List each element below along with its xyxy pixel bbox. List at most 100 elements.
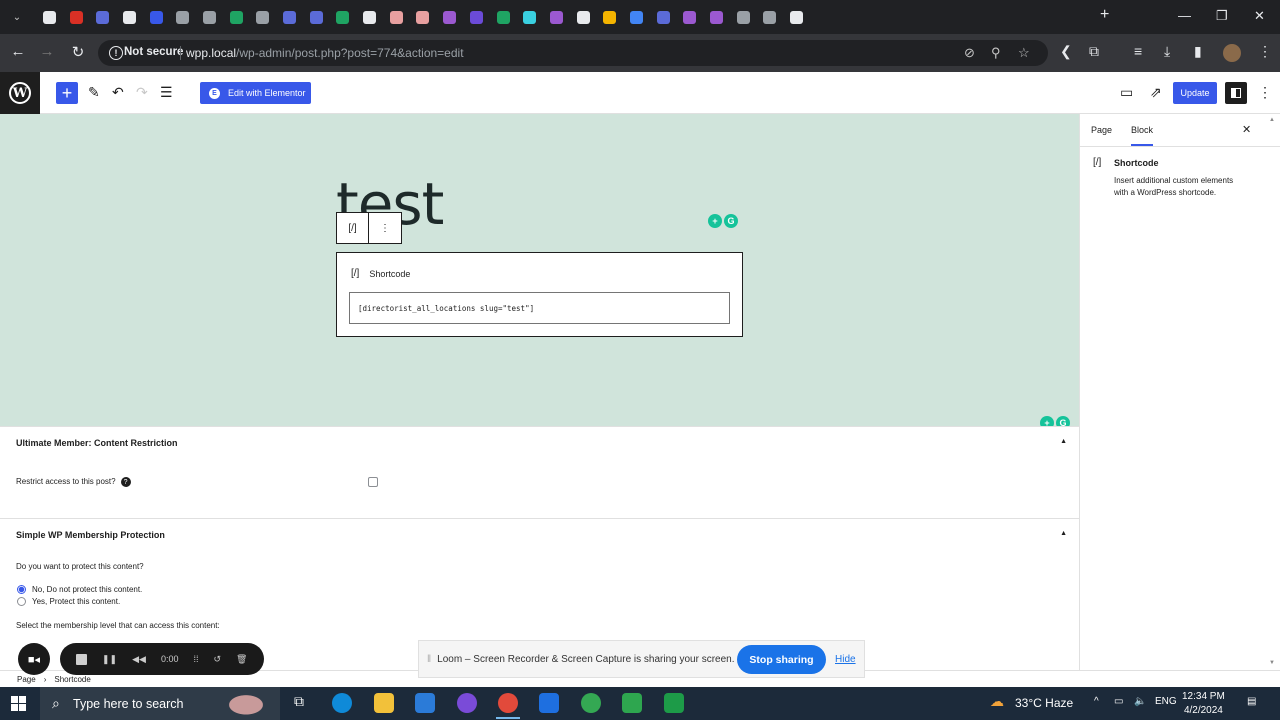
undo-icon[interactable]: ↶ (112, 84, 124, 101)
browser-tab[interactable] (63, 5, 90, 29)
browser-tab[interactable] (276, 5, 303, 29)
browser-tab[interactable] (596, 5, 623, 29)
restrict-access-checkbox[interactable] (368, 477, 378, 487)
loom-restart-icon[interactable]: ◀◀ (132, 654, 146, 665)
maximize-icon[interactable]: ❐ (1216, 8, 1228, 24)
browser-tab[interactable] (516, 5, 543, 29)
collapse-up-icon[interactable]: ▲ (1060, 530, 1067, 537)
profile-avatar[interactable] (1223, 44, 1241, 62)
browser-tab[interactable] (463, 5, 490, 29)
extensions-puzzle-icon[interactable]: ⧉ (1089, 43, 1099, 60)
reload-icon[interactable]: ↻ (68, 43, 88, 61)
browser-tab[interactable] (677, 5, 704, 29)
media-queue-icon[interactable]: ≡ (1134, 43, 1142, 59)
editor-options-icon[interactable]: ⋮ (1258, 84, 1272, 101)
browser-tab[interactable] (650, 5, 677, 29)
browser-tab[interactable] (36, 5, 63, 29)
zoom-icon[interactable]: ⚲ (991, 45, 1001, 61)
tab-block[interactable]: Block (1131, 125, 1154, 146)
browser-tab[interactable] (570, 5, 597, 29)
language-indicator[interactable]: ENG (1155, 696, 1177, 707)
browser-tab[interactable] (223, 5, 250, 29)
side-panel-icon[interactable]: ▮ (1194, 43, 1202, 60)
loom-drag-handle-icon[interactable]: ⁞⁞ (193, 654, 198, 664)
um-metabox-title[interactable]: Ultimate Member: Content Restriction (16, 438, 178, 448)
window-close-icon[interactable]: ✕ (1254, 8, 1265, 24)
url-text[interactable]: wpp.local/wp-admin/post.php?post=774&act… (186, 46, 464, 60)
new-tab-button[interactable]: + (1100, 6, 1109, 24)
collapse-up-icon[interactable]: ▲ (1060, 438, 1067, 445)
weather-text[interactable]: 33°C Haze (1015, 696, 1073, 710)
list-view-icon[interactable]: ☰ (160, 84, 173, 101)
scroll-up-arrow[interactable]: ▲ (1269, 117, 1275, 123)
radio-selected-icon[interactable] (17, 585, 26, 594)
app-icon[interactable] (622, 693, 642, 713)
sidebar-close-icon[interactable]: ✕ (1242, 123, 1251, 136)
radio-yes-protect[interactable]: Yes, Protect this content. (17, 597, 120, 606)
loom-redo-icon[interactable]: ↺ (213, 654, 221, 665)
bookmark-star-icon[interactable]: ☆ (1018, 45, 1030, 61)
edge-icon[interactable] (332, 693, 352, 713)
browser-tab[interactable] (89, 5, 116, 29)
preview-device-icon[interactable]: ▭ (1120, 84, 1133, 101)
browser-tab[interactable] (436, 5, 463, 29)
weather-icon[interactable]: ☁ (990, 693, 1004, 710)
file-explorer-icon[interactable] (374, 693, 394, 713)
chrome-icon[interactable] (496, 693, 520, 719)
camera-blocked-icon[interactable]: ⊘ (964, 45, 975, 61)
browser-tab[interactable] (250, 5, 277, 29)
loom-pause-icon[interactable]: ❚❚ (102, 654, 117, 665)
store-icon[interactable] (415, 693, 435, 713)
tab-page[interactable]: Page (1091, 125, 1112, 135)
help-icon[interactable]: ? (120, 477, 131, 487)
tools-pencil-icon[interactable]: ✎ (88, 84, 100, 101)
scroll-down-arrow[interactable]: ▼ (1269, 660, 1275, 666)
block-type-icon[interactable]: [/] (337, 213, 369, 243)
drag-grip-icon[interactable]: ‖ (427, 654, 431, 665)
download-icon[interactable]: ⤓ (1164, 43, 1170, 60)
browser-tab[interactable] (143, 5, 170, 29)
radio-no-protect[interactable]: No, Do not protect this content. (17, 585, 142, 594)
browser-tab[interactable] (730, 5, 757, 29)
stop-sharing-button[interactable]: Stop sharing (737, 645, 826, 674)
redo-icon[interactable]: ↷ (136, 84, 148, 101)
security-label[interactable]: Not secure (124, 46, 183, 58)
block-inserter-button[interactable]: + (56, 82, 78, 104)
browser-tab[interactable] (490, 5, 517, 29)
update-button[interactable]: Update (1173, 82, 1217, 104)
breadcrumb-current[interactable]: Shortcode (54, 675, 90, 684)
battery-icon[interactable]: ▭ (1114, 696, 1123, 707)
warning-icon[interactable]: ! (109, 46, 123, 60)
taskbar-clock[interactable]: 12:34 PM 4/2/2024 (1182, 690, 1225, 718)
radio-empty-icon[interactable] (17, 597, 26, 606)
wordpress-logo[interactable]: W (0, 72, 40, 114)
browser-tab[interactable] (116, 5, 143, 29)
view-post-external-icon[interactable]: ⇗ (1150, 84, 1162, 101)
browser-tab[interactable] (410, 5, 437, 29)
browser-tab[interactable] (543, 5, 570, 29)
browser-tab[interactable] (623, 5, 650, 29)
chrome-profile-icon[interactable] (581, 693, 601, 713)
grammarly-widget[interactable]: + G (708, 214, 738, 228)
notification-icon[interactable]: ▤ (1247, 696, 1256, 707)
sheets-icon[interactable] (664, 693, 684, 713)
browser-tab[interactable] (383, 5, 410, 29)
browser-tab[interactable] (303, 5, 330, 29)
loom-delete-icon[interactable]: 🗑 (236, 654, 247, 665)
browser-tab[interactable] (196, 5, 223, 29)
grammarly-g-icon[interactable]: G (724, 214, 738, 228)
edit-with-elementor-button[interactable]: E Edit with Elementor (200, 82, 311, 104)
loom-camera-icon[interactable]: ■◂ (18, 643, 50, 675)
address-bar[interactable]: ! Not secure wpp.local/wp-admin/post.php… (98, 40, 1048, 66)
browser-tab[interactable] (757, 5, 784, 29)
settings-toggle-button[interactable] (1225, 82, 1247, 104)
browser-menu-icon[interactable]: ⋮ (1258, 43, 1272, 60)
loom-stop-icon[interactable] (76, 653, 87, 665)
back-icon[interactable]: ← (8, 43, 28, 60)
browser-tab[interactable] (330, 5, 357, 29)
swpm-metabox-title[interactable]: Simple WP Membership Protection (16, 530, 165, 540)
forward-icon[interactable]: → (37, 43, 57, 60)
hide-link[interactable]: Hide (835, 654, 856, 665)
tray-overflow-icon[interactable]: ^ (1094, 696, 1099, 707)
browser-tab[interactable] (169, 5, 196, 29)
